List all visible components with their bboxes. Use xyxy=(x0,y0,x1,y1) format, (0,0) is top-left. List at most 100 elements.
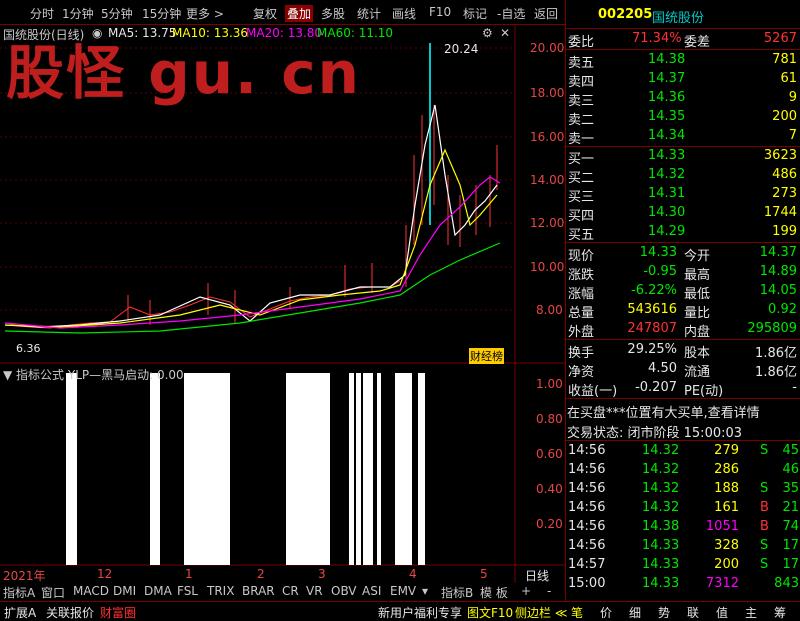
big-order-notice[interactable]: 在买盘***位置有大买单,查看详情 xyxy=(567,402,760,421)
tab-5min[interactable]: 5分钟 xyxy=(101,5,133,22)
tab-1min[interactable]: 1分钟 xyxy=(62,5,94,22)
tab-obv[interactable]: OBV xyxy=(331,584,357,598)
ma5-line xyxy=(4,104,498,328)
btn-f10[interactable]: F10 xyxy=(429,5,451,19)
btn-diejia[interactable]: 叠加 xyxy=(285,5,314,22)
bid-volume: 199 xyxy=(772,224,797,239)
tab-15min[interactable]: 15分钟 xyxy=(142,5,181,22)
btn-duogu[interactable]: 多股 xyxy=(321,5,345,22)
tab-jia[interactable]: 价 xyxy=(600,604,612,621)
fund-row: 换手 29.25% 股本 1.86亿 xyxy=(566,341,800,361)
fund-label: 换手 xyxy=(568,346,595,361)
tick-side: S xyxy=(760,557,769,572)
add-button[interactable]: + xyxy=(521,584,531,598)
remove-button[interactable]: - xyxy=(547,584,551,598)
tab-brar[interactable]: BRAR xyxy=(242,584,275,598)
tab-cr[interactable]: CR xyxy=(282,584,299,598)
sidebar-toggle[interactable]: 侧边栏 ≪ xyxy=(515,604,567,621)
tab-vr[interactable]: VR xyxy=(306,584,323,598)
tab-macd[interactable]: MACD xyxy=(73,584,109,598)
tab-chou[interactable]: 筹 xyxy=(774,604,786,621)
tick-time: 14:56 xyxy=(568,519,606,534)
quote-label: 最高 xyxy=(684,268,711,283)
period-label[interactable]: 日线 xyxy=(525,567,549,584)
tick-time: 15:00 xyxy=(568,576,606,591)
tab-fsl[interactable]: FSL xyxy=(177,584,198,598)
tab-wealth-circle[interactable]: 财富圈 xyxy=(100,604,136,621)
tick-count: 46 xyxy=(782,462,799,477)
ask-price: 14.37 xyxy=(648,71,686,86)
notice-row[interactable]: 在买盘***位置有大买单,查看详情 xyxy=(566,401,800,421)
ask-volume: 7 xyxy=(788,128,797,143)
tab-extend-a[interactable]: 扩展A xyxy=(4,604,36,621)
ask-row: 卖二 14.35 200 xyxy=(566,108,800,128)
indicator-tick: 0.80 xyxy=(536,412,563,426)
btn-fuquan[interactable]: 复权 xyxy=(253,5,277,22)
tab-lian[interactable]: 联 xyxy=(687,604,699,621)
tab-indicator-a[interactable]: 指标A xyxy=(3,584,35,601)
weibi-label: 委比 xyxy=(568,35,595,50)
tick-volume: 286 xyxy=(714,462,739,477)
ask-row: 卖四 14.37 61 xyxy=(566,70,800,90)
btn-fanhui[interactable]: 返回 xyxy=(534,5,558,22)
tab-indicator-b[interactable]: 指标B xyxy=(441,584,473,601)
quote-row: 涨幅 -6.22% 最低 14.05 xyxy=(566,282,800,302)
price-tick: 18.00 xyxy=(530,86,565,100)
quote-panel: 002205 国统股份 委比 71.34% 委差 5267 卖五 14.38 781… xyxy=(565,0,800,620)
tab-bi[interactable]: 笔 xyxy=(571,604,583,621)
tab-shi[interactable]: 势 xyxy=(658,604,670,621)
price-tick: 10.00 xyxy=(530,260,565,274)
chevron-down-icon[interactable]: ▼ xyxy=(3,368,16,382)
bid-row: 买二 14.32 486 xyxy=(566,166,800,186)
btn-huaxian[interactable]: 画线 xyxy=(392,5,416,22)
tick-count: 17 xyxy=(782,557,799,572)
bid-volume: 1744 xyxy=(763,205,797,220)
ask-price: 14.34 xyxy=(648,128,686,143)
tab-trix[interactable]: TRIX xyxy=(207,584,234,598)
chevron-down-icon[interactable]: ▾ xyxy=(422,584,428,598)
tick-volume: 188 xyxy=(714,481,739,496)
tick-side: S xyxy=(760,481,769,496)
tab-template[interactable]: 模 板 xyxy=(480,584,508,601)
indicator-tick: 0.40 xyxy=(536,482,563,496)
btn-biaoji[interactable]: 标记 xyxy=(463,5,487,22)
ask-label: 卖一 xyxy=(568,132,595,147)
tick-volume: 7312 xyxy=(705,576,739,591)
quote-value: 0.92 xyxy=(768,302,797,317)
quote-label: 量比 xyxy=(684,306,711,321)
tick-row: 14:56 14.32 188 S 35 xyxy=(566,480,800,499)
gear-icon[interactable]: ⚙ xyxy=(482,26,493,40)
tick-price: 14.32 xyxy=(642,500,680,515)
close-icon[interactable]: ✕ xyxy=(500,26,510,40)
chevron-down-icon[interactable]: ◉ xyxy=(92,26,102,40)
new-user-welfare[interactable]: 新用户福利专享 xyxy=(378,604,462,621)
tab-related-quote[interactable]: 关联报价 xyxy=(46,604,94,621)
tab-emv[interactable]: EMV xyxy=(390,584,416,598)
indicator-title: ▼ 指标公式 YLP—黑马启动: 0.00 xyxy=(3,366,184,383)
tab-window[interactable]: 窗口 xyxy=(41,584,65,601)
quote-label: 今开 xyxy=(684,249,711,264)
fund-label: 收益(一) xyxy=(568,384,618,399)
btn-zixuan[interactable]: -自选 xyxy=(497,5,525,22)
ask-volume: 200 xyxy=(772,109,797,124)
btn-tongji[interactable]: 统计 xyxy=(357,5,381,22)
bid-price: 14.32 xyxy=(648,167,686,182)
tab-dmi[interactable]: DMI xyxy=(113,584,136,598)
fund-label: 流通 xyxy=(684,365,711,380)
quote-row: 总量 543616 量比 0.92 xyxy=(566,301,800,321)
f10-link[interactable]: 图文F10 xyxy=(467,604,513,621)
tab-xi[interactable]: 细 xyxy=(629,604,641,621)
tab-fenshi[interactable]: 分时 xyxy=(30,5,54,22)
finance-badge[interactable]: 财经榜 xyxy=(469,348,504,364)
stock-name: 国统股份 xyxy=(652,11,705,26)
tab-asi[interactable]: ASI xyxy=(362,584,381,598)
tab-dma[interactable]: DMA xyxy=(144,584,172,598)
tab-more[interactable]: 更多 > xyxy=(186,5,224,22)
tab-zhu[interactable]: 主 xyxy=(745,604,757,621)
tab-zhi[interactable]: 值 xyxy=(716,604,728,621)
x-label: 1 xyxy=(185,567,193,581)
x-label: 4 xyxy=(409,567,417,581)
quote-label: 总量 xyxy=(568,306,595,321)
tick-count: 17 xyxy=(782,538,799,553)
tick-side: B xyxy=(760,519,769,534)
